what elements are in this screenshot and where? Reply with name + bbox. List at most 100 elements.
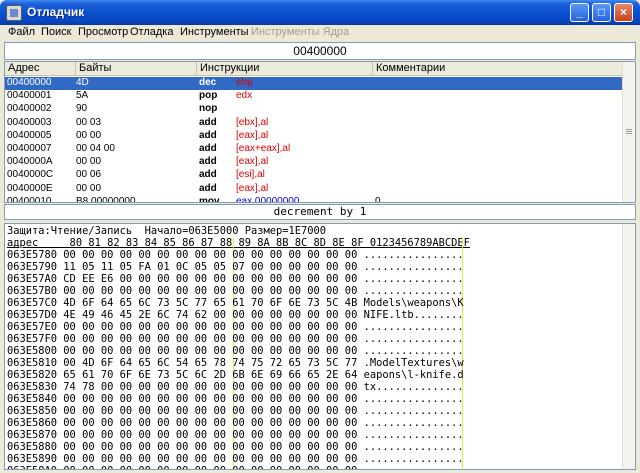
row-mnemonic: mov xyxy=(199,195,220,203)
title-bar[interactable]: Отладчик _ □ × xyxy=(0,0,640,25)
app-icon[interactable] xyxy=(6,5,22,21)
hex-row[interactable]: 063E5790 11 05 11 05 FA 01 0C 05 05 07 0… xyxy=(7,261,464,273)
row-bytes: 00 03 xyxy=(76,116,102,128)
hex-row[interactable]: 063E57B0 00 00 00 00 00 00 00 00 00 00 0… xyxy=(7,285,464,297)
disasm-row[interactable]: 00400007 00 04 00 add [eax+eax],al xyxy=(5,143,623,156)
row-bytes: 00 00 xyxy=(76,182,102,194)
hex-row[interactable]: 063E5890 00 00 00 00 00 00 00 00 00 00 0… xyxy=(7,453,464,465)
hex-row[interactable]: 063E5880 00 00 00 00 00 00 00 00 00 00 0… xyxy=(7,441,464,453)
scroll-grip-icon xyxy=(626,133,632,134)
row-bytes: 4D xyxy=(76,77,89,88)
hex-header: адрес 80 81 82 83 84 85 86 87 88 89 8A 8… xyxy=(7,237,470,249)
minimize-icon: _ xyxy=(576,5,583,19)
row-address: 0040000E xyxy=(7,182,53,194)
hex-row[interactable]: 063E5850 00 00 00 00 00 00 00 00 00 00 0… xyxy=(7,405,464,417)
row-address: 00400010 xyxy=(7,195,52,203)
disasm-row[interactable]: 00400002 90 nop xyxy=(5,103,623,116)
row-bytes: 00 00 xyxy=(76,156,102,168)
status-line: decrement by 1 xyxy=(4,204,636,220)
row-operand: [ebx],al xyxy=(236,116,269,128)
row-mnemonic: add xyxy=(199,129,217,141)
row-mnemonic: add xyxy=(199,169,217,181)
disasm-row[interactable]: 00400001 5A pop edx xyxy=(5,90,623,103)
disasm-row[interactable]: 00400003 00 03 add [ebx],al xyxy=(5,117,623,130)
row-bytes: B8 00000000 xyxy=(76,195,136,203)
row-address: 00400001 xyxy=(7,90,52,102)
row-address: 00400005 xyxy=(7,129,52,141)
col-bytes[interactable]: Байты xyxy=(76,62,197,76)
menu-tools[interactable]: Инструменты xyxy=(180,26,249,38)
hex-scrollbar[interactable] xyxy=(622,224,635,469)
hex-row[interactable]: 063E5800 00 00 00 00 00 00 00 00 00 00 0… xyxy=(7,345,464,357)
row-bytes: 00 06 xyxy=(76,169,102,181)
row-operand: [eax],al xyxy=(236,156,269,168)
disasm-row[interactable]: 0040000E 00 00 add [eax],al xyxy=(5,183,623,196)
maximize-icon: □ xyxy=(597,5,606,19)
maximize-button[interactable]: □ xyxy=(592,3,611,22)
row-mnemonic: add xyxy=(199,156,217,168)
close-button[interactable]: × xyxy=(614,3,633,22)
row-bytes: 5A xyxy=(76,90,89,102)
hex-row[interactable]: 063E5860 00 00 00 00 00 00 00 00 00 00 0… xyxy=(7,417,464,429)
minimize-button[interactable]: _ xyxy=(570,3,589,22)
disassembler-view[interactable]: Адрес Байты Инструкции Комментарии 00400… xyxy=(4,61,636,203)
disasm-scrollbar[interactable] xyxy=(622,62,635,202)
row-mnemonic: nop xyxy=(199,103,218,115)
col-instructions[interactable]: Инструкции xyxy=(197,62,373,76)
hex-row[interactable]: 063E5870 00 00 00 00 00 00 00 00 00 00 0… xyxy=(7,429,464,441)
row-address: 00400003 xyxy=(7,116,52,128)
row-operand: edx xyxy=(236,90,253,102)
menu-debug[interactable]: Отладка xyxy=(130,26,173,38)
menu-file[interactable]: Файл xyxy=(8,26,35,38)
row-bytes: 00 04 00 xyxy=(76,143,115,154)
hex-row[interactable]: 063E5840 00 00 00 00 00 00 00 00 00 00 0… xyxy=(7,393,464,405)
scroll-grip-icon xyxy=(626,131,632,132)
row-bytes: 00 00 xyxy=(76,129,102,141)
memory-info: Защита:Чтение/Запись Начало=063E5000 Раз… xyxy=(7,225,327,237)
row-address: 00400000 xyxy=(7,77,52,88)
disasm-row[interactable]: 00400010 B8 00000000 mov eax,00000000 0 xyxy=(5,195,623,203)
hex-row[interactable]: 063E5810 00 4D 6F 64 65 6C 54 65 78 74 7… xyxy=(7,357,464,369)
hex-row[interactable]: 063E5830 74 78 00 00 00 00 00 00 00 00 0… xyxy=(7,381,464,393)
row-address: 0040000A xyxy=(7,156,53,168)
menu-view[interactable]: Просмотр xyxy=(78,26,128,38)
disasm-row[interactable]: 0040000A 00 00 add [eax],al xyxy=(5,156,623,169)
disasm-header: Адрес Байты Инструкции Комментарии xyxy=(5,62,623,76)
row-address: 00400007 xyxy=(7,143,52,154)
window-title: Отладчик xyxy=(27,5,85,19)
row-address: 00400002 xyxy=(7,103,52,115)
row-mnemonic: add xyxy=(199,182,217,194)
row-bytes: 90 xyxy=(76,103,88,115)
hex-row[interactable]: 063E5780 00 00 00 00 00 00 00 00 00 00 0… xyxy=(7,249,464,261)
hex-row[interactable]: 063E5820 65 61 70 6F 6E 73 5C 6C 2D 6B 6… xyxy=(7,369,464,381)
row-comment: 0 xyxy=(375,195,381,203)
hex-row[interactable]: 063E57F0 00 00 00 00 00 00 00 00 00 00 0… xyxy=(7,333,464,345)
hex-row[interactable]: 063E57E0 00 00 00 00 00 00 00 00 00 00 0… xyxy=(7,321,464,333)
disasm-row[interactable]: 00400000 4D dec ebp xyxy=(5,77,623,90)
row-operand: [eax+eax],al xyxy=(236,143,291,154)
menu-bar: Файл Поиск Просмотр Отладка Инструменты … xyxy=(3,25,637,41)
menu-kernel-tools: Инструменты Ядра xyxy=(251,26,350,38)
disasm-row[interactable]: 0040000C 00 06 add [esi],al xyxy=(5,169,623,182)
col-comments[interactable]: Комментарии xyxy=(373,62,623,76)
address-field[interactable]: 00400000 xyxy=(4,42,636,60)
hex-row[interactable]: 063E58A0 00 00 00 00 00 00 00 00 00 00 0… xyxy=(7,465,464,469)
disasm-row[interactable]: 00400005 00 00 add [eax],al xyxy=(5,130,623,143)
row-mnemonic: dec xyxy=(199,77,217,88)
hex-row[interactable]: 063E57A0 CD EE E6 00 00 00 00 00 00 00 0… xyxy=(7,273,464,285)
row-mnemonic: add xyxy=(199,143,217,154)
hex-row[interactable]: 063E57D0 4E 49 46 45 2E 6C 74 62 00 00 0… xyxy=(7,309,464,321)
row-mnemonic: add xyxy=(199,116,217,128)
row-mnemonic: pop xyxy=(199,90,218,102)
menu-search[interactable]: Поиск xyxy=(41,26,71,38)
row-address: 0040000C xyxy=(7,169,54,181)
close-icon: × xyxy=(619,5,627,19)
row-operand: [eax],al xyxy=(236,182,269,194)
row-operand: eax,00000000 xyxy=(236,195,300,203)
hex-view[interactable]: Защита:Чтение/Запись Начало=063E5000 Раз… xyxy=(4,223,636,470)
hex-row[interactable]: 063E57C0 4D 6F 64 65 6C 73 5C 77 65 61 7… xyxy=(7,297,464,309)
scroll-grip-icon xyxy=(626,129,632,130)
row-operand: [esi],al xyxy=(236,169,265,181)
col-address[interactable]: Адрес xyxy=(5,62,76,76)
row-operand: [eax],al xyxy=(236,129,269,141)
